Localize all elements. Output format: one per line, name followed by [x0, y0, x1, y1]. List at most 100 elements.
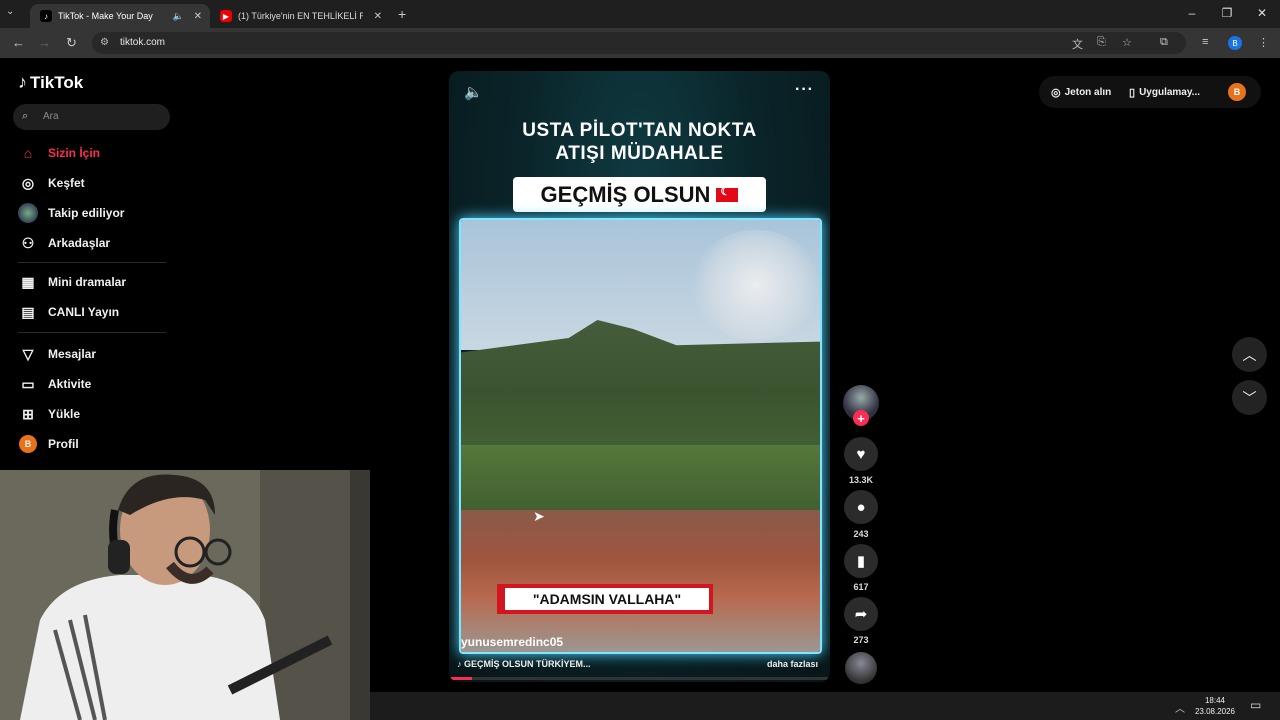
share-button[interactable]: ➦ [844, 597, 878, 631]
friends-icon: ⚇ [21, 234, 35, 251]
extensions-icon[interactable]: ⧉ [1160, 36, 1168, 49]
follow-plus-icon[interactable]: + [853, 410, 869, 426]
tray-chevron-up-icon[interactable]: ︿ [1175, 700, 1185, 715]
get-app-label: Uygulamay... [1139, 87, 1201, 98]
restore-icon[interactable]: ❐ [1217, 6, 1237, 20]
window-close-icon[interactable]: ✕ [1252, 6, 1272, 20]
previous-video-button[interactable]: ︿ [1232, 337, 1267, 372]
tab-tiktok[interactable]: ♪ TikTok - Make Your Day 🔈 ✕ [30, 4, 210, 28]
video-description-text: GEÇMİŞ OLSUN TÜRKİYEM... [464, 659, 591, 669]
youtube-favicon-icon: ▶ [220, 10, 232, 22]
forward-icon[interactable]: → [38, 35, 51, 50]
video-description: ♪ GEÇMİŞ OLSUN TÜRKİYEM... [457, 659, 591, 669]
video-headline: USTA PİLOT'TAN NOKTA ATIŞI MÜDAHALE [449, 119, 830, 165]
upload-icon: ⊞ [22, 405, 34, 422]
next-video-button[interactable]: ﹀ [1232, 380, 1267, 415]
video-progress-fill [449, 677, 472, 680]
sidebar-item-label: Sizin İçin [48, 146, 101, 160]
sidebar-item-label: CANLI Yayın [48, 305, 120, 319]
tab-youtube[interactable]: ▶ (1) Türkiye'nin EN TEHLİKELİ Ra ✕ [210, 4, 390, 28]
sidebar-item-label: Arkadaşlar [48, 236, 111, 250]
get-coins-label: Jeton alın [1064, 87, 1112, 98]
webcam-overlay [0, 470, 370, 720]
sidebar-item-upload[interactable]: ⊞ Yükle [18, 402, 80, 426]
live-icon: ▤ [21, 303, 35, 320]
sidebar-item-messages[interactable]: ▽ Mesajlar [18, 342, 96, 366]
phone-icon: ▯ [1129, 87, 1136, 99]
bookmark-icon: ▮ [856, 553, 866, 570]
notification-icon[interactable]: ▭ [1250, 698, 1261, 712]
tiktok-logo[interactable]: ♪ TikTok [18, 72, 83, 93]
taskbar: ︿ ▭ [370, 692, 1280, 720]
browser-menu-icon[interactable]: ⋮ [1258, 36, 1269, 49]
get-coins-button[interactable]: ◎ Jeton alın [1051, 86, 1111, 99]
sidebar-item-for-you[interactable]: ⌂ Sizin İçin [18, 141, 100, 165]
video-banner: GEÇMİŞ OLSUN [513, 177, 766, 212]
smoke-plume [691, 230, 820, 340]
tab-close-icon[interactable]: ✕ [194, 11, 202, 22]
minimize-icon[interactable]: – [1182, 6, 1202, 20]
browser-toolbar: ← → ↻ ⚙ tiktok.com 文 ⎘ ☆ ⧉ ≡ B ⋮ [0, 28, 1280, 58]
browser-profile-avatar[interactable]: B [1228, 36, 1242, 50]
sidebar-item-live[interactable]: ▤ CANLI Yayın [18, 300, 119, 324]
chevron-down-icon: ﹀ [1242, 389, 1257, 406]
profile-avatar[interactable]: B [1228, 83, 1246, 101]
tab-close-icon[interactable]: ✕ [374, 11, 382, 22]
tab-search-icon[interactable]: ⌄ [6, 6, 14, 17]
streamer-picture [0, 470, 370, 720]
music-disc-avatar[interactable] [845, 652, 877, 684]
video-author[interactable]: yunusemredinc05 [461, 635, 563, 649]
save-count: 617 [853, 582, 869, 592]
video-headline-line: USTA PİLOT'TAN NOKTA [522, 120, 757, 141]
sidebar-item-explore[interactable]: ◎ Keşfet [18, 171, 85, 195]
sidebar-item-label: Keşfet [48, 176, 85, 190]
video-player[interactable]: 🔈 ··· USTA PİLOT'TAN NOKTA ATIŞI MÜDAHAL… [449, 71, 830, 682]
url-text: tiktok.com [120, 37, 166, 48]
comment-icon: ● [856, 498, 866, 516]
reload-icon[interactable]: ↻ [66, 35, 77, 51]
tiktok-note-icon: ♪ [18, 72, 27, 92]
chevron-up-icon: ︿ [1242, 346, 1257, 363]
taskbar-clock[interactable]: 18:44 23.08.2026 [1192, 695, 1238, 717]
home-icon: ⌂ [23, 145, 33, 161]
comment-count: 243 [853, 529, 869, 539]
sidebar-item-label: Takip ediliyor [48, 206, 125, 220]
video-progress-bar[interactable] [449, 677, 830, 680]
save-button[interactable]: ▮ [844, 544, 878, 578]
like-button[interactable]: ♥ [844, 437, 878, 471]
media-controls-icon[interactable]: ≡ [1202, 36, 1208, 48]
back-icon[interactable]: ← [12, 35, 25, 50]
get-app-button[interactable]: ▯ Uygulamay... [1129, 86, 1200, 99]
tab-audio-icon[interactable]: 🔈 [173, 11, 184, 22]
sidebar-item-mini-dramas[interactable]: ▦ Mini dramalar [18, 270, 126, 294]
sidebar-item-friends[interactable]: ⚇ Arkadaşlar [18, 231, 110, 255]
video-banner-text: GEÇMİŞ OLSUN [540, 181, 711, 207]
site-info-icon[interactable]: ⚙ [100, 37, 109, 48]
sidebar-item-label: Yükle [48, 407, 81, 421]
new-tab-icon[interactable]: + [398, 6, 406, 22]
activity-icon: ▭ [21, 375, 35, 392]
search-input[interactable]: ⌕ Ara [13, 104, 170, 130]
translate-icon[interactable]: 文 [1072, 36, 1083, 52]
see-more-link[interactable]: daha fazlası [767, 659, 818, 669]
cursor-icon: ➤ [533, 508, 545, 524]
sidebar-item-label: Profil [48, 437, 79, 451]
sidebar-divider [18, 332, 166, 333]
logo-text: TikTok [30, 72, 84, 92]
heart-icon: ♥ [856, 445, 866, 463]
browser-tab-strip: ⌄ ♪ TikTok - Make Your Day 🔈 ✕ ▶ (1) Tür… [0, 0, 1280, 28]
tiktok-small-icon: ♪ [457, 659, 465, 669]
sidebar-item-profile[interactable]: B Profil [18, 432, 79, 456]
comment-button[interactable]: ● [844, 490, 878, 524]
tiktok-favicon-icon: ♪ [40, 10, 52, 22]
more-options-icon[interactable]: ··· [795, 81, 814, 99]
like-count: 13.3K [848, 475, 874, 485]
sidebar-item-following[interactable]: Takip ediliyor [18, 201, 124, 225]
turkey-flag-icon [716, 185, 739, 202]
address-bar[interactable]: ⚙ tiktok.com 文 ⎘ ☆ [92, 32, 1186, 54]
volume-icon[interactable]: 🔈 [464, 83, 483, 101]
bookmark-star-icon[interactable]: ☆ [1122, 36, 1132, 49]
video-headline-line: ATIŞI MÜDAHALE [555, 143, 724, 164]
sidebar-item-activity[interactable]: ▭ Aktivite [18, 372, 91, 396]
install-app-icon[interactable]: ⎘ [1097, 36, 1106, 49]
